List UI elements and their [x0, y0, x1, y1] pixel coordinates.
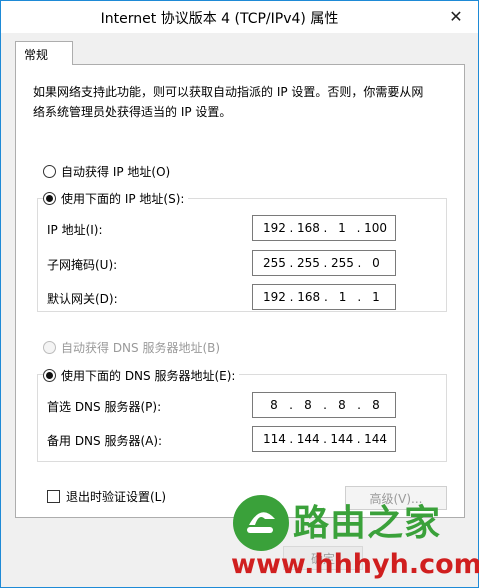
gw-octet-2: 168 — [297, 290, 321, 304]
mask-octet-4: 0 — [372, 256, 380, 270]
radio-manual-ip[interactable]: 使用下面的 IP 地址(S): — [43, 190, 189, 207]
ok-button[interactable]: 确定 — [283, 546, 363, 570]
ip-octet-2: 168 — [297, 221, 320, 235]
radio-manual-dns-indicator — [43, 369, 56, 382]
adns-octet-1: 114 — [263, 432, 286, 446]
radio-manual-ip-label: 使用下面的 IP 地址(S): — [61, 192, 185, 206]
adns-octet-4: 144 — [364, 432, 387, 446]
ip-octet-4: 100 — [364, 221, 387, 235]
pdns-octet-3: 8 — [338, 398, 346, 412]
alternate-dns-label: 备用 DNS 服务器(A): — [47, 434, 163, 448]
tab-general[interactable]: 常规 — [15, 41, 73, 65]
gw-octet-3: 1 — [338, 290, 347, 304]
preferred-dns-label: 首选 DNS 服务器(P): — [47, 400, 162, 414]
mask-octet-3: 255 — [331, 256, 354, 270]
description-text: 如果网络支持此功能，则可以获取自动指派的 IP 设置。否则，你需要从网 络系统管… — [33, 82, 453, 122]
close-icon: ✕ — [449, 6, 463, 26]
mask-octet-2: 255 — [297, 256, 320, 270]
gw-octet-4: 1 — [372, 290, 380, 304]
adns-octet-3: 144 — [330, 432, 354, 446]
gw-octet-1: 192 — [263, 290, 286, 304]
description-line-1: 如果网络支持此功能，则可以获取自动指派的 IP 设置。否则，你需要从网 — [33, 85, 424, 99]
gateway-input[interactable]: 192. 168. 1. 1 — [252, 284, 396, 310]
radio-manual-dns-label: 使用下面的 DNS 服务器地址(E): — [61, 369, 236, 383]
preferred-dns-input[interactable]: 8. 8. 8. 8 — [252, 392, 396, 418]
radio-auto-dns[interactable]: 自动获得 DNS 服务器地址(B) — [43, 339, 220, 356]
radio-auto-ip-indicator — [43, 165, 56, 178]
validate-on-exit-checkbox[interactable]: 退出时验证设置(L) — [47, 488, 166, 505]
validate-on-exit-label: 退出时验证设置(L) — [66, 490, 167, 504]
dialog-window: Internet 协议版本 4 (TCP/IPv4) 属性 ✕ 常规 如果网络支… — [0, 0, 479, 588]
description-line-2: 络系统管理员处获得适当的 IP 设置。 — [33, 105, 232, 119]
pdns-octet-2: 8 — [304, 398, 312, 412]
subnet-mask-label: 子网掩码(U): — [47, 258, 118, 272]
window-title: Internet 协议版本 4 (TCP/IPv4) 属性 — [100, 11, 339, 27]
gateway-label: 默认网关(D): — [47, 292, 118, 306]
pdns-octet-1: 8 — [270, 398, 278, 412]
subnet-mask-input[interactable]: 255. 255. 255. 0 — [252, 250, 396, 276]
advanced-button[interactable]: 高级(V)... — [345, 486, 447, 510]
title-bar[interactable]: Internet 协议版本 4 (TCP/IPv4) 属性 ✕ — [1, 1, 478, 33]
pdns-octet-4: 8 — [372, 398, 380, 412]
radio-auto-dns-label: 自动获得 DNS 服务器地址(B) — [61, 341, 221, 355]
ip-address-label: IP 地址(I): — [47, 223, 103, 237]
checkbox-indicator — [47, 490, 60, 503]
adns-octet-2: 144 — [296, 432, 320, 446]
radio-auto-dns-indicator — [43, 341, 56, 354]
radio-auto-ip-label: 自动获得 IP 地址(O) — [61, 165, 171, 179]
alternate-dns-input[interactable]: 114. 144. 144. 144 — [252, 426, 396, 452]
ip-octet-3: 1 — [338, 221, 346, 235]
mask-octet-1: 255 — [263, 256, 286, 270]
radio-auto-ip[interactable]: 自动获得 IP 地址(O) — [43, 163, 170, 180]
radio-manual-ip-indicator — [43, 192, 56, 205]
radio-manual-dns[interactable]: 使用下面的 DNS 服务器地址(E): — [43, 367, 240, 384]
close-button[interactable]: ✕ — [444, 5, 468, 27]
ip-address-input[interactable]: 192. 168. 1. 100 — [252, 215, 396, 241]
ip-octet-1: 192 — [263, 221, 286, 235]
